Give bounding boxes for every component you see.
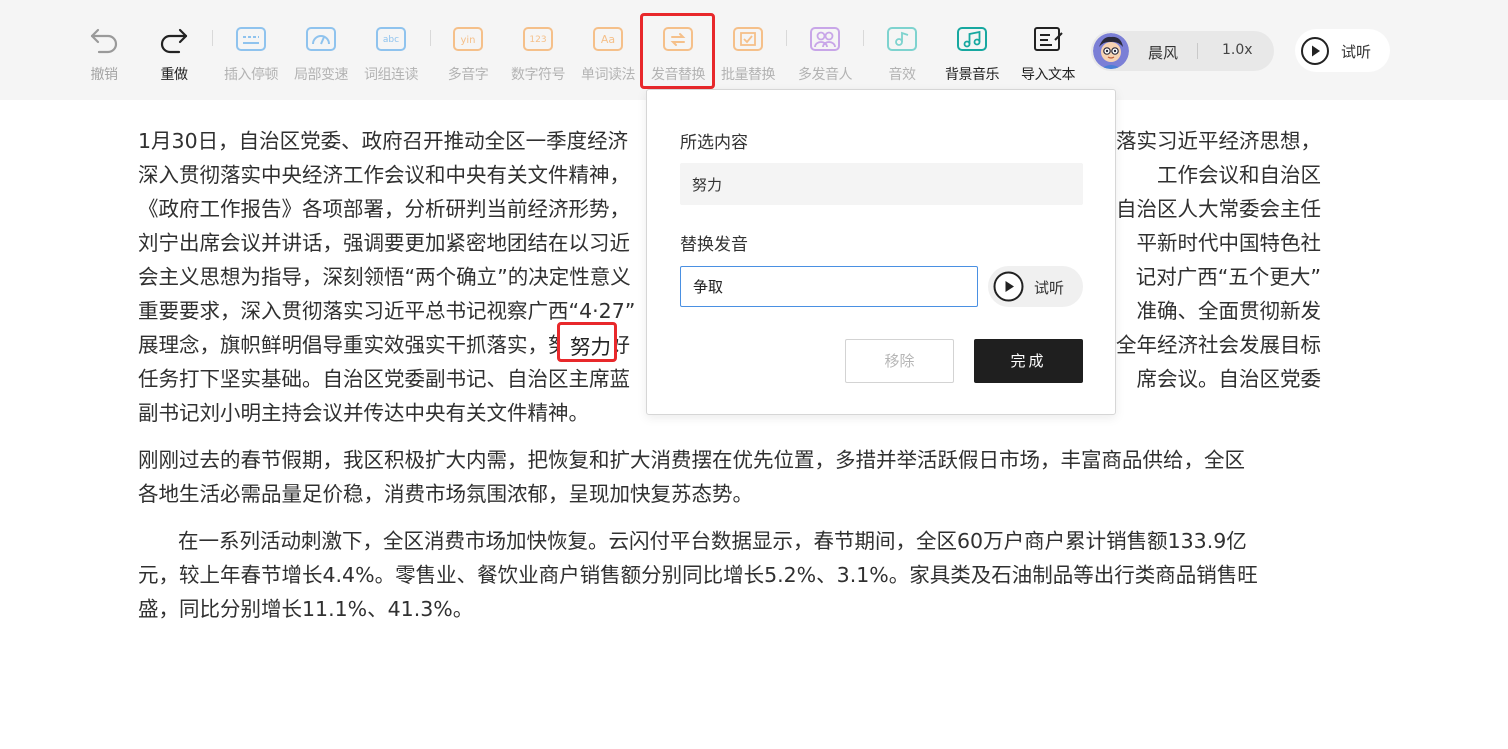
digit-symbol-label: 数字符号 bbox=[511, 67, 566, 83]
text-line: 全年经济社会发展目标 bbox=[1116, 333, 1321, 357]
preview-button[interactable]: 试听 bbox=[1295, 29, 1390, 72]
pronunciation-replace-popover: 所选内容 努力 替换发音 试听 移除 完成 bbox=[646, 89, 1116, 415]
sound-effect-label: 音效 bbox=[888, 67, 917, 83]
voice-avatar bbox=[1093, 33, 1129, 69]
yin-icon: yin bbox=[453, 27, 483, 51]
svg-text:123: 123 bbox=[529, 35, 546, 45]
svg-text:yin: yin bbox=[460, 35, 475, 46]
toolbar: 撤销 重做 插入停顿 局部变速 abc 词组连读 yin 多音字 123 数字符… bbox=[0, 0, 1508, 100]
remove-button[interactable]: 移除 bbox=[845, 339, 954, 383]
text-line: 记对广西“五个更大” bbox=[1135, 265, 1321, 289]
bg-music-button[interactable]: 背景音乐 bbox=[934, 20, 1010, 86]
insert-pause-label: 插入停顿 bbox=[224, 67, 279, 83]
speedometer-icon bbox=[306, 27, 336, 51]
highlighted-word[interactable]: 努力 bbox=[557, 322, 617, 362]
polyphone-button[interactable]: yin 多音字 bbox=[430, 20, 506, 86]
batch-replace-button[interactable]: 批量替换 bbox=[710, 20, 786, 86]
keyboard-icon bbox=[236, 27, 266, 51]
replace-pronunciation-input[interactable] bbox=[680, 266, 978, 307]
multi-speaker-label: 多发音人 bbox=[798, 67, 853, 83]
paragraph-2: 刚刚过去的春节假期，我区积极扩大内需，把恢复和扩大消费摆在优先位置，多措并举活跃… bbox=[138, 443, 1323, 511]
abc-icon: abc bbox=[376, 27, 406, 51]
redo-button[interactable]: 重做 bbox=[136, 20, 212, 86]
voice-divider bbox=[1197, 43, 1198, 59]
svg-text:abc: abc bbox=[383, 35, 399, 45]
sound-effect-button[interactable]: 音效 bbox=[864, 20, 940, 86]
voice-name: 晨风 bbox=[1148, 44, 1179, 62]
preview-label: 试听 bbox=[1341, 43, 1372, 61]
text-line: 盛，同比分别增长11.1%、41.3%。 bbox=[138, 597, 474, 621]
selected-content-label: 所选内容 bbox=[680, 133, 748, 153]
highlighted-word-text: 努力 bbox=[570, 335, 611, 359]
insert-pause-button[interactable]: 插入停顿 bbox=[213, 20, 289, 86]
batch-replace-label: 批量替换 bbox=[721, 67, 776, 83]
text-line: 工作会议和自治区 bbox=[1157, 163, 1321, 187]
text-line: 自治区人大常委会主任 bbox=[1116, 197, 1321, 221]
pronunciation-replace-highlight bbox=[640, 13, 715, 89]
popover-preview-label: 试听 bbox=[1034, 279, 1065, 297]
text-line: 在一系列活动刺激下，全区消费市场加快恢复。云闪付平台数据显示，春节期间，全区60… bbox=[178, 529, 1247, 553]
paragraph-1-right-column: 落实习近平经济思想， 工作会议和自治区 自治区人大常委会主任 平新时代中国特色社… bbox=[1099, 124, 1321, 396]
batch-check-icon bbox=[733, 27, 763, 51]
play-icon bbox=[1301, 37, 1329, 65]
import-text-button[interactable]: 导入文本 bbox=[1010, 20, 1086, 86]
bg-music-label: 背景音乐 bbox=[945, 67, 1000, 83]
import-text-label: 导入文本 bbox=[1021, 67, 1076, 83]
replace-pronunciation-label: 替换发音 bbox=[680, 235, 748, 255]
music-note-icon bbox=[957, 27, 987, 51]
play-icon bbox=[993, 271, 1024, 302]
123-icon: 123 bbox=[523, 27, 553, 51]
aa-icon: Aa bbox=[593, 27, 623, 51]
text-line: 平新时代中国特色社 bbox=[1136, 231, 1322, 255]
selected-content-box: 努力 bbox=[680, 163, 1083, 205]
text-line: 落实习近平经济思想， bbox=[1116, 129, 1321, 153]
text-line: 元，较上年春节增长4.4%。零售业、餐饮业商户销售额分别同比增长5.2%、3.1… bbox=[138, 563, 1258, 587]
text-line: 准确、全面贯彻新发 bbox=[1136, 299, 1322, 323]
text-line: 席会议。自治区党委 bbox=[1136, 367, 1322, 391]
text-line: 刚刚过去的春节假期，我区积极扩大内需，把恢复和扩大消费摆在优先位置，多措并举活跃… bbox=[138, 448, 1245, 472]
popover-preview-button[interactable]: 试听 bbox=[988, 266, 1083, 307]
undo-icon bbox=[90, 28, 118, 54]
text-line: 各地生活必需品量足价稳，消费市场氛围浓郁，呈现加快复苏态势。 bbox=[138, 482, 753, 506]
word-group-label: 词组连读 bbox=[364, 67, 419, 83]
word-group-button[interactable]: abc 词组连读 bbox=[353, 20, 429, 86]
word-reading-label: 单词读法 bbox=[581, 67, 636, 83]
voice-speed[interactable]: 1.0x bbox=[1222, 42, 1253, 58]
undo-label: 撤销 bbox=[90, 67, 119, 83]
local-speed-button[interactable]: 局部变速 bbox=[283, 20, 359, 86]
done-button[interactable]: 完成 bbox=[974, 339, 1083, 383]
redo-label: 重做 bbox=[160, 67, 189, 83]
local-speed-label: 局部变速 bbox=[294, 67, 349, 83]
selected-content-value: 努力 bbox=[692, 176, 723, 194]
voice-selector[interactable]: 晨风 1.0x bbox=[1091, 31, 1274, 71]
sound-effect-icon bbox=[887, 27, 917, 51]
undo-button[interactable]: 撤销 bbox=[66, 20, 142, 86]
paragraph-3: 在一系列活动刺激下，全区消费市场加快恢复。云闪付平台数据显示，春节期间，全区60… bbox=[138, 524, 1323, 626]
digit-symbol-button[interactable]: 123 数字符号 bbox=[500, 20, 576, 86]
redo-icon bbox=[160, 28, 188, 54]
polyphone-label: 多音字 bbox=[447, 67, 489, 83]
word-reading-button[interactable]: Aa 单词读法 bbox=[570, 20, 646, 86]
multi-speaker-button[interactable]: 多发音人 bbox=[787, 20, 863, 86]
import-text-icon bbox=[1034, 27, 1063, 51]
svg-text:Aa: Aa bbox=[601, 33, 615, 46]
people-icon bbox=[810, 27, 840, 51]
